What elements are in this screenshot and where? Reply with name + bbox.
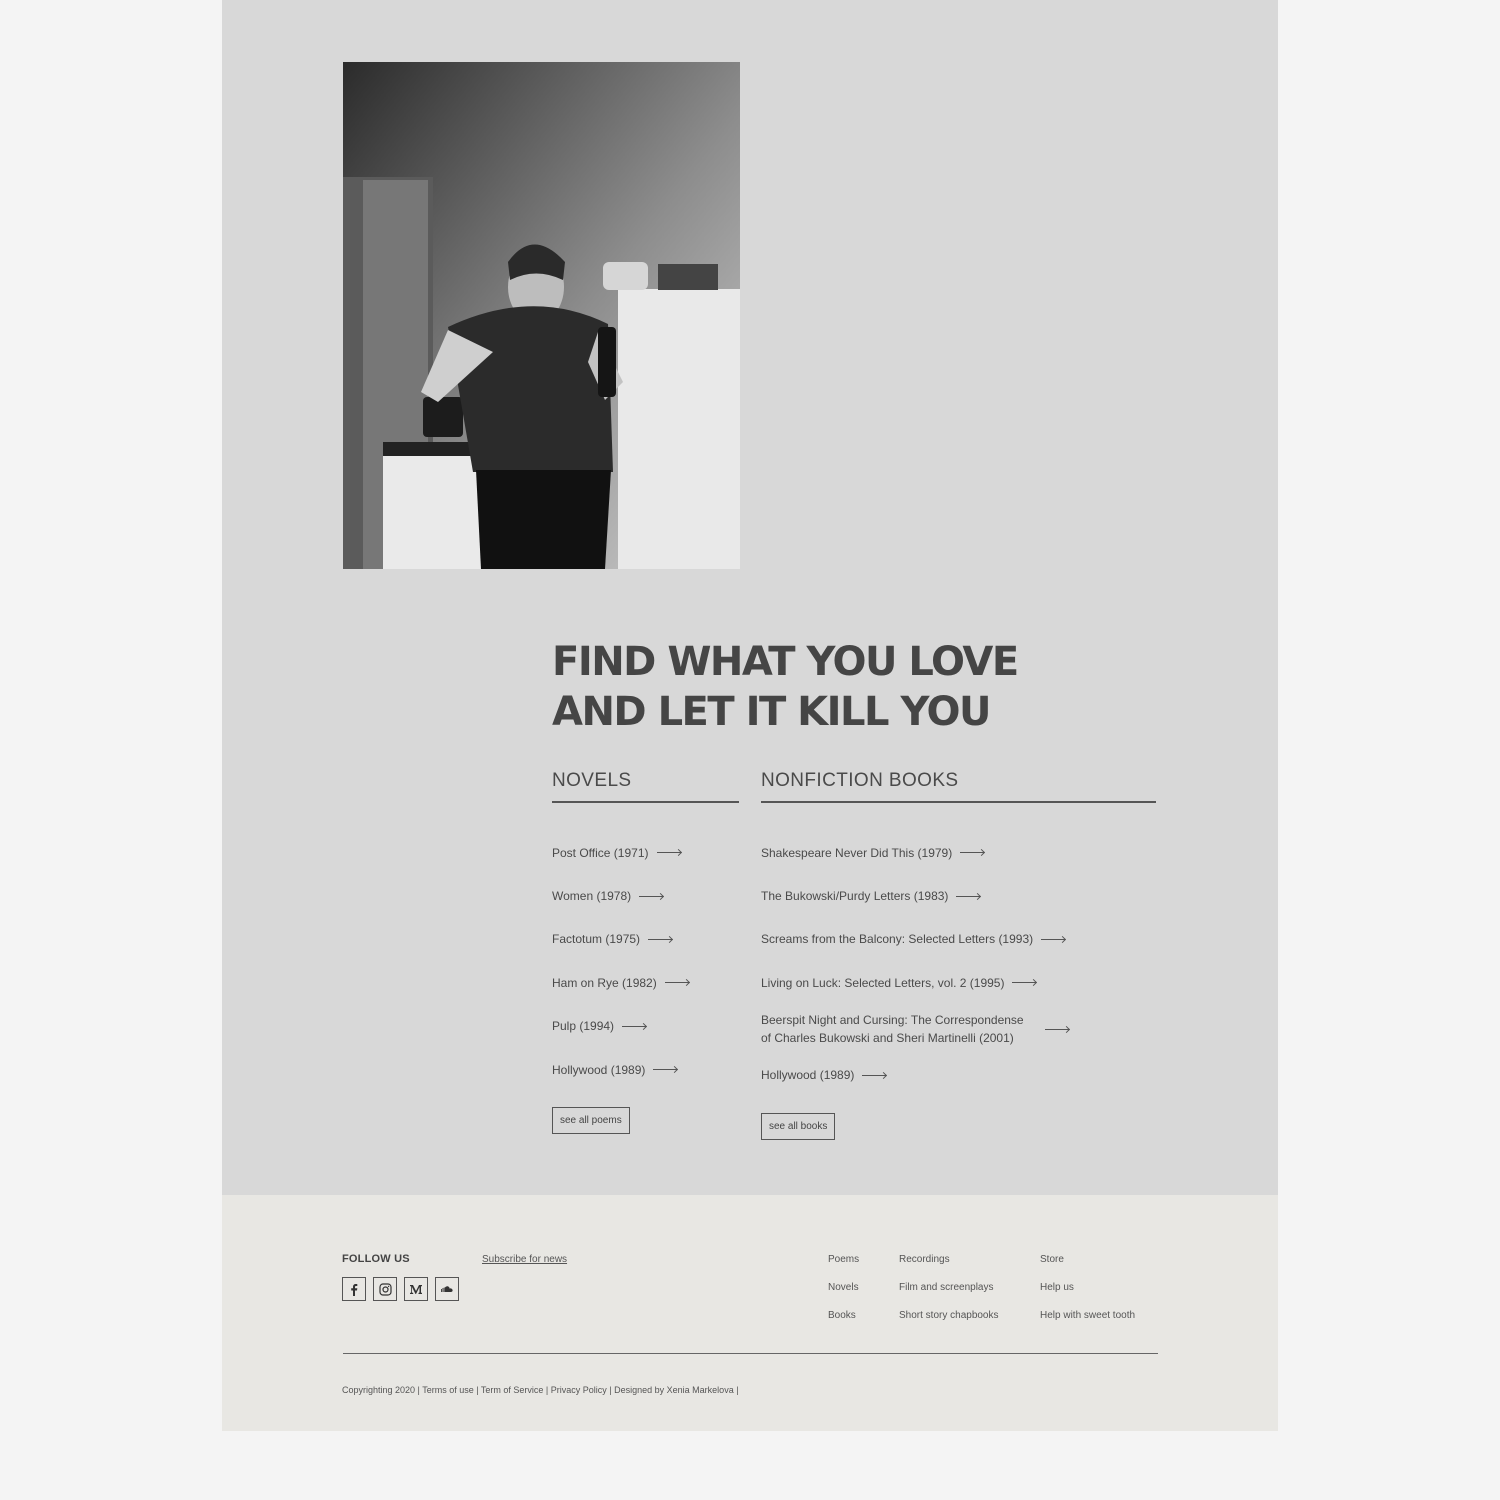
page: FIND WHAT YOU LOVE AND LET IT KILL YOU N… bbox=[222, 0, 1278, 1431]
nonfiction-list: Shakespeare Never Did This (1979) The Bu… bbox=[761, 831, 1156, 1097]
book-link[interactable]: Hollywood (1989) bbox=[761, 1054, 1156, 1097]
footer-link-sweet-tooth[interactable]: Help with sweet tooth bbox=[1040, 1310, 1135, 1338]
novels-list: Post Office (1971) Women (1978) Factotum… bbox=[552, 831, 739, 1091]
footer-links-col-1: Poems Novels Books bbox=[828, 1254, 859, 1338]
book-link[interactable]: Beerspit Night and Cursing: The Correspo… bbox=[761, 1005, 1156, 1054]
novel-link[interactable]: Post Office (1971) bbox=[552, 831, 739, 874]
footer-links-col-3: Store Help us Help with sweet tooth bbox=[1040, 1254, 1135, 1338]
see-all-poems-button[interactable]: see all poems bbox=[552, 1107, 630, 1135]
arrow-right-icon bbox=[664, 982, 689, 984]
nonfiction-heading: NONFICTION BOOKS bbox=[761, 765, 1156, 803]
nonfiction-column: NONFICTION BOOKS Shakespeare Never Did T… bbox=[761, 765, 1156, 1140]
footer: FOLLOW US Subscribe for news Poems Novel… bbox=[222, 1195, 1278, 1431]
book-title: Shakespeare Never Did This (1979) bbox=[761, 845, 953, 860]
headline-line-1: FIND WHAT YOU LOVE bbox=[552, 639, 1019, 685]
book-title: Screams from the Balcony: Selected Lette… bbox=[761, 932, 1034, 947]
novel-link[interactable]: Women (1978) bbox=[552, 874, 739, 917]
book-title: The Bukowski/Purdy Letters (1983) bbox=[761, 889, 949, 904]
footer-link-help-us[interactable]: Help us bbox=[1040, 1282, 1135, 1310]
novel-link[interactable]: Ham on Rye (1982) bbox=[552, 961, 739, 1004]
footer-link-books[interactable]: Books bbox=[828, 1310, 859, 1338]
see-all-books-button[interactable]: see all books bbox=[761, 1112, 836, 1140]
book-title: Hollywood (1989) bbox=[761, 1068, 855, 1083]
main-section: FIND WHAT YOU LOVE AND LET IT KILL YOU N… bbox=[222, 0, 1278, 1195]
footer-link-film[interactable]: Film and screenplays bbox=[899, 1282, 999, 1310]
arrow-right-icon bbox=[653, 1069, 678, 1071]
novels-column: NOVELS Post Office (1971) Women (1978) F… bbox=[552, 765, 739, 1135]
medium-icon[interactable] bbox=[404, 1277, 428, 1301]
novel-link[interactable]: Factotum (1975) bbox=[552, 918, 739, 961]
soundcloud-icon[interactable] bbox=[435, 1277, 459, 1301]
follow-us-label: FOLLOW US bbox=[342, 1253, 410, 1265]
book-title: Beerspit Night and Cursing: The Correspo… bbox=[761, 1013, 1024, 1046]
novels-heading: NOVELS bbox=[552, 765, 739, 803]
novel-title: Ham on Rye (1982) bbox=[552, 975, 657, 990]
subscribe-link[interactable]: Subscribe for news bbox=[482, 1254, 567, 1265]
social-links bbox=[342, 1277, 459, 1301]
arrow-right-icon bbox=[1041, 938, 1066, 940]
arrow-right-icon bbox=[622, 1025, 647, 1027]
footer-links-col-2: Recordings Film and screenplays Short st… bbox=[899, 1254, 999, 1338]
footer-link-recordings[interactable]: Recordings bbox=[899, 1254, 999, 1282]
arrow-right-icon bbox=[1045, 1028, 1069, 1030]
arrow-right-icon bbox=[1012, 982, 1037, 984]
arrow-right-icon bbox=[862, 1074, 887, 1076]
arrow-right-icon bbox=[956, 895, 981, 897]
book-link[interactable]: Screams from the Balcony: Selected Lette… bbox=[761, 918, 1156, 961]
instagram-icon[interactable] bbox=[373, 1277, 397, 1301]
page-title: FIND WHAT YOU LOVE AND LET IT KILL YOU bbox=[552, 637, 1072, 737]
facebook-icon[interactable] bbox=[342, 1277, 366, 1301]
novel-link[interactable]: Hollywood (1989) bbox=[552, 1048, 739, 1091]
footer-link-store[interactable]: Store bbox=[1040, 1254, 1135, 1282]
footer-link-novels[interactable]: Novels bbox=[828, 1282, 859, 1310]
book-title: Living on Luck: Selected Letters, vol. 2… bbox=[761, 975, 1005, 990]
book-link[interactable]: Shakespeare Never Did This (1979) bbox=[761, 831, 1156, 874]
footer-link-poems[interactable]: Poems bbox=[828, 1254, 859, 1282]
novel-title: Post Office (1971) bbox=[552, 845, 649, 860]
novel-title: Pulp (1994) bbox=[552, 1019, 615, 1034]
arrow-right-icon bbox=[960, 852, 985, 854]
author-photo bbox=[343, 62, 740, 569]
book-link[interactable]: The Bukowski/Purdy Letters (1983) bbox=[761, 874, 1156, 917]
arrow-right-icon bbox=[656, 852, 681, 854]
novel-title: Hollywood (1989) bbox=[552, 1062, 646, 1077]
footer-divider bbox=[343, 1353, 1158, 1354]
book-link[interactable]: Living on Luck: Selected Letters, vol. 2… bbox=[761, 961, 1156, 1004]
footer-link-chapbooks[interactable]: Short story chapbooks bbox=[899, 1310, 999, 1338]
headline-line-2: AND LET IT KILL YOU bbox=[552, 689, 991, 735]
arrow-right-icon bbox=[648, 938, 673, 940]
novel-link[interactable]: Pulp (1994) bbox=[552, 1005, 739, 1048]
novel-title: Women (1978) bbox=[552, 889, 632, 904]
copyright-text: Copyrighting 2020 | Terms of use | Term … bbox=[342, 1385, 739, 1395]
arrow-right-icon bbox=[639, 895, 664, 897]
novel-title: Factotum (1975) bbox=[552, 932, 641, 947]
